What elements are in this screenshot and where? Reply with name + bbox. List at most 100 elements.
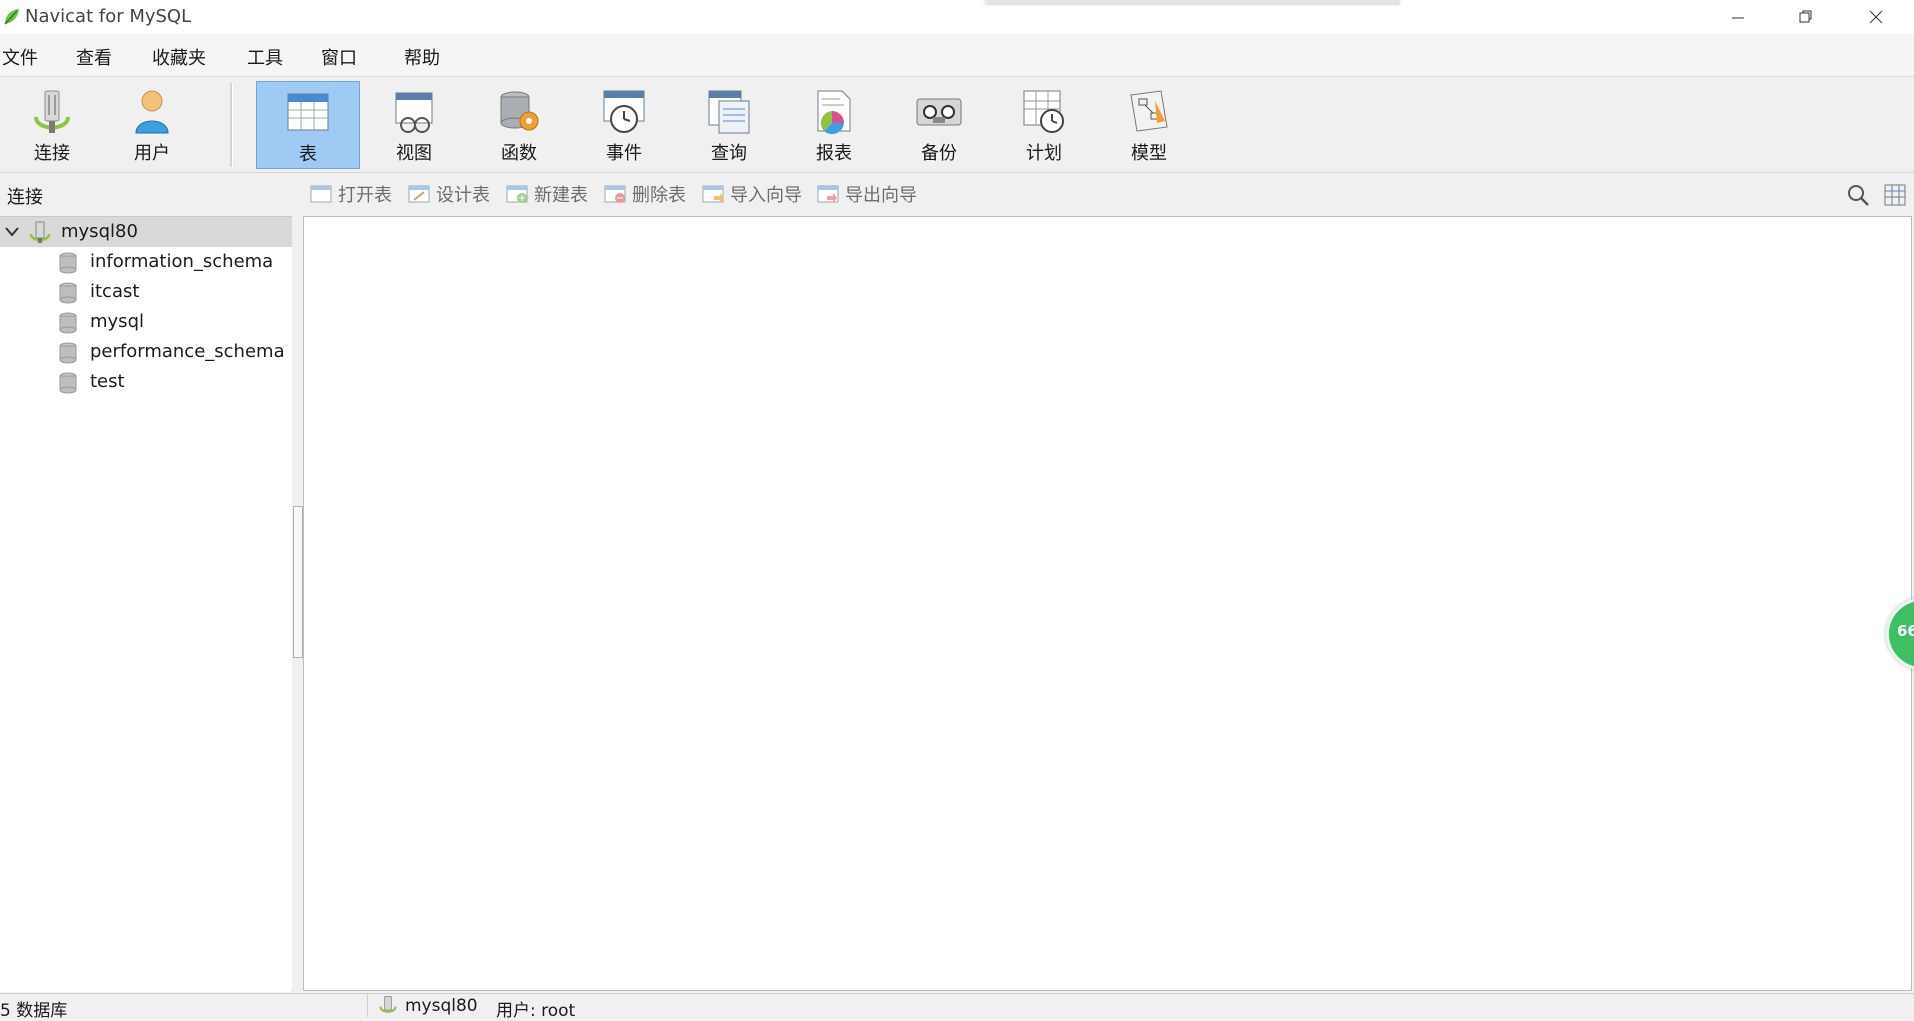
object-toolbar: 连接 打开表 设计表 新建表 删除表 导入向导 导出向导 xyxy=(0,173,1914,215)
close-icon xyxy=(1869,10,1883,24)
search-icon xyxy=(1848,185,1869,206)
status-divider xyxy=(367,994,368,1017)
object-list-pane[interactable] xyxy=(303,216,1912,991)
import-wizard-button[interactable]: 导入向导 xyxy=(702,182,802,206)
query-button[interactable]: 查询 xyxy=(677,81,781,169)
report-button[interactable]: 报表 xyxy=(782,81,886,169)
title-bar: Navicat for MySQL xyxy=(0,0,1914,34)
backup-button[interactable]: 备份 xyxy=(887,81,991,169)
connection-tree: mysql80 information_schema itcast mysql … xyxy=(0,216,293,992)
minimize-icon xyxy=(1732,17,1744,19)
user-icon xyxy=(135,90,169,134)
import-wizard-label: 导入向导 xyxy=(730,185,802,206)
database-name: mysql xyxy=(90,311,144,332)
splitter-grip[interactable] xyxy=(293,506,303,658)
status-connection: mysql80 xyxy=(405,996,478,1016)
design-table-icon xyxy=(408,185,430,203)
import-wizard-icon xyxy=(702,185,724,203)
tree-db-information-schema[interactable]: information_schema xyxy=(0,247,292,277)
database-count: 5 数据库 xyxy=(0,1001,68,1021)
search-button[interactable] xyxy=(1846,183,1870,211)
table-icon xyxy=(287,93,329,131)
menu-help[interactable]: 帮助 xyxy=(404,44,440,70)
tree-db-itcast[interactable]: itcast xyxy=(0,277,292,307)
model-label: 模型 xyxy=(1131,143,1167,164)
menu-window[interactable]: 窗口 xyxy=(321,44,357,70)
restore-button[interactable] xyxy=(1776,0,1836,34)
model-icon xyxy=(1130,90,1168,132)
overlay-shadow xyxy=(985,0,1400,3)
user-button[interactable]: 用户 xyxy=(100,81,204,169)
database-icon xyxy=(59,372,77,394)
view-icon xyxy=(395,92,433,133)
toolbar-separator xyxy=(230,83,233,167)
function-icon xyxy=(500,91,539,131)
report-icon xyxy=(817,90,851,135)
view-button[interactable]: 视图 xyxy=(362,81,466,169)
new-table-button[interactable]: 新建表 xyxy=(506,182,588,206)
status-user: 用户: root xyxy=(496,1001,576,1021)
window-title: Navicat for MySQL xyxy=(25,6,192,27)
schedule-icon xyxy=(1023,90,1064,133)
database-icon xyxy=(59,342,77,364)
connect-icon xyxy=(34,90,70,133)
menu-view[interactable]: 查看 xyxy=(76,44,112,70)
new-table-label: 新建表 xyxy=(534,185,588,206)
close-button[interactable] xyxy=(1846,0,1906,34)
menu-tools[interactable]: 工具 xyxy=(247,44,283,70)
query-label: 查询 xyxy=(711,143,747,164)
database-name: information_schema xyxy=(90,251,274,272)
delete-table-button[interactable]: 删除表 xyxy=(604,182,686,206)
view-label: 视图 xyxy=(396,143,432,164)
delete-table-label: 删除表 xyxy=(632,185,686,206)
menu-file[interactable]: 文件 xyxy=(2,44,38,70)
delete-table-icon xyxy=(604,185,626,203)
event-icon xyxy=(603,90,645,133)
open-table-icon xyxy=(310,185,332,203)
export-wizard-icon xyxy=(817,185,839,203)
query-icon xyxy=(708,90,750,134)
function-label: 函数 xyxy=(501,143,537,164)
mysql-connection-icon xyxy=(379,996,397,1013)
model-button[interactable]: 模型 xyxy=(1097,81,1201,169)
function-button[interactable]: 函数 xyxy=(467,81,571,169)
view-mode-button[interactable] xyxy=(1883,183,1907,211)
open-table-button[interactable]: 打开表 xyxy=(310,182,392,206)
status-bar: 5 数据库 mysql80 用户: root xyxy=(0,993,1914,1021)
report-label: 报表 xyxy=(816,143,852,164)
export-wizard-button[interactable]: 导出向导 xyxy=(817,182,917,206)
minimize-button[interactable] xyxy=(1708,0,1768,34)
tree-db-test[interactable]: test xyxy=(0,367,292,397)
connections-pane-title: 连接 xyxy=(7,187,43,208)
design-table-label: 设计表 xyxy=(436,185,490,206)
backup-label: 备份 xyxy=(921,143,957,164)
table-button[interactable]: 表 xyxy=(256,81,360,169)
tree-db-mysql[interactable]: mysql xyxy=(0,307,292,337)
chevron-down-icon[interactable] xyxy=(5,227,19,237)
open-table-label: 打开表 xyxy=(338,185,392,206)
connect-button[interactable]: 连接 xyxy=(0,81,104,169)
database-icon xyxy=(59,312,77,334)
navicat-logo-icon xyxy=(4,9,19,25)
menu-favorites[interactable]: 收藏夹 xyxy=(152,44,206,70)
database-name: itcast xyxy=(90,281,140,302)
table-label: 表 xyxy=(299,144,317,165)
connect-label: 连接 xyxy=(34,143,70,164)
mysql-connection-icon xyxy=(29,221,51,243)
new-table-icon xyxy=(506,185,528,203)
event-label: 事件 xyxy=(606,143,642,164)
user-label: 用户 xyxy=(134,143,170,164)
schedule-label: 计划 xyxy=(1026,143,1062,164)
export-wizard-label: 导出向导 xyxy=(845,185,917,206)
main-toolbar: 连接 用户 表 视图 函数 事件 查询 报表 备份 计划 模型 xyxy=(0,77,1914,173)
menu-bar: 文件 查看 收藏夹 工具 窗口 帮助 xyxy=(0,34,1914,77)
design-table-button[interactable]: 设计表 xyxy=(408,182,490,206)
database-icon xyxy=(59,252,77,274)
database-icon xyxy=(59,282,77,304)
backup-icon xyxy=(916,98,962,126)
event-button[interactable]: 事件 xyxy=(572,81,676,169)
schedule-button[interactable]: 计划 xyxy=(992,81,1096,169)
database-name: performance_schema xyxy=(90,341,285,362)
tree-connection-mysql80[interactable]: mysql80 xyxy=(0,217,292,247)
tree-db-performance-schema[interactable]: performance_schema xyxy=(0,337,292,367)
